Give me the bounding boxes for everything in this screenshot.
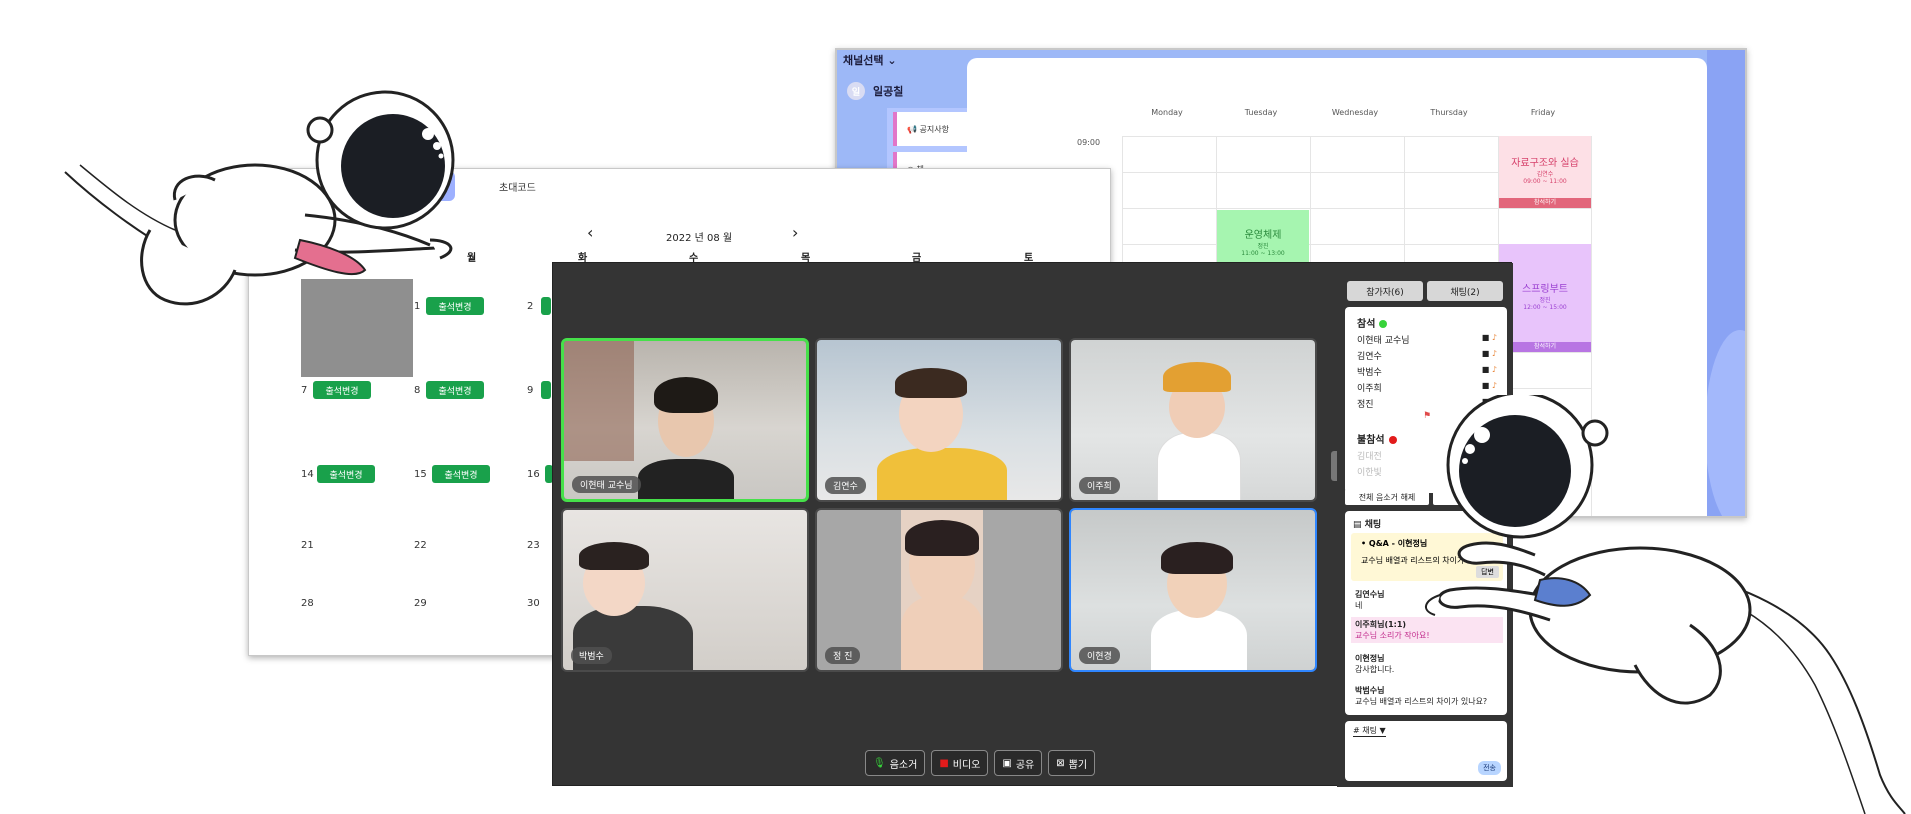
join-button[interactable]: 참석하기 — [1499, 198, 1591, 208]
screen-share-icon: ▣ — [1002, 757, 1012, 769]
mute-button[interactable]: 🎙 음소거 — [865, 750, 926, 776]
participant-name: 김연수 — [825, 477, 866, 494]
day-number: 16 — [527, 469, 540, 480]
attendee-row: 박범수 ■ ♪ — [1357, 365, 1497, 378]
day-number: 28 — [301, 598, 314, 609]
day-number: 2 — [527, 301, 534, 312]
video-tile[interactable]: 이현경 — [1069, 508, 1317, 672]
day-number: 14 — [301, 469, 314, 480]
present-dot-icon — [1379, 320, 1388, 328]
day-monday: Monday — [1151, 108, 1183, 117]
day-number: 29 — [414, 598, 427, 609]
draw-button[interactable]: ⊠ 뽑기 — [1048, 750, 1096, 776]
chat-recipient-select[interactable]: # 채팅 ▼ — [1353, 725, 1386, 737]
user-name: 일공칠 — [873, 85, 904, 98]
day-number: 9 — [527, 385, 534, 396]
attendance-button[interactable]: 출석변경 — [426, 381, 484, 399]
day-number: 30 — [527, 598, 540, 609]
shuffle-icon: ⊠ — [1056, 757, 1065, 769]
panel-collapse-handle[interactable] — [1331, 451, 1337, 481]
video-call-window: 이현태 교수님 김연수 이주희 박범수 정 진 이현경 🎙 음소거 ■ 비디오 … — [552, 262, 1513, 787]
next-month-button[interactable]: › — [792, 223, 798, 242]
time-label: 09:00 — [1077, 138, 1101, 147]
camera-mic-icons: ■ ♪ — [1481, 349, 1497, 358]
day-wednesday: Wednesday — [1331, 108, 1379, 117]
participants-button[interactable]: 참가자(6) — [1347, 281, 1423, 301]
video-off-icon: ■ — [939, 757, 949, 769]
video-button[interactable]: ■ 비디오 — [931, 750, 989, 776]
tab-invite-code[interactable]: 초대코드 — [499, 179, 536, 194]
attendee-row: 김연수 ■ ♪ — [1357, 349, 1497, 362]
video-tile[interactable]: 김연수 — [815, 338, 1063, 502]
class-block-data-structures[interactable]: 자료구조와 실습 김연수 09:00 ~ 11:00 참석하기 — [1499, 136, 1591, 208]
day-number: 21 — [301, 540, 314, 551]
user-profile[interactable]: 일 일공칠 — [847, 82, 903, 100]
camera-mic-icons: ■ ♪ — [1481, 381, 1497, 390]
avatar: 일 — [847, 82, 865, 100]
video-tile[interactable]: 정 진 — [815, 508, 1063, 672]
present-heading: 참석 — [1357, 315, 1388, 330]
attendance-button[interactable]: 출석변경 — [432, 465, 490, 483]
participant-name: 정 진 — [825, 647, 861, 664]
day-friday: Friday — [1530, 108, 1556, 117]
microphone-icon: 🎙 — [873, 757, 886, 769]
month-label: 2022 년 08 월 — [666, 233, 733, 244]
participant-name: 이주희 — [1079, 477, 1120, 494]
channel-select[interactable]: 채널선택 ⌄ — [843, 52, 897, 68]
sidebar-item-notice[interactable]: 📢 공지사항 — [893, 112, 967, 146]
day-tuesday: Tuesday — [1244, 108, 1278, 117]
chat-heading: ▤ 채팅 — [1353, 520, 1382, 530]
video-tile[interactable]: 이현태 교수님 — [561, 338, 809, 502]
day-number: 8 — [414, 385, 421, 396]
attendance-button[interactable]: 출석변경 — [317, 465, 375, 483]
chat-bubble-icon: ▤ — [1353, 520, 1365, 530]
day-number: 23 — [527, 540, 540, 551]
day-number: 15 — [414, 469, 427, 480]
attendance-button[interactable] — [541, 381, 551, 399]
video-tile[interactable]: 이주희 — [1069, 338, 1317, 502]
megaphone-icon: 📢 — [907, 124, 920, 134]
share-button[interactable]: ▣ 공유 — [994, 750, 1043, 776]
participant-name: 박범수 — [571, 647, 612, 664]
astronaut-right-illustration — [1425, 395, 1906, 814]
absent-dot-icon — [1388, 436, 1397, 444]
day-number: 7 — [301, 385, 308, 396]
call-controls: 🎙 음소거 ■ 비디오 ▣ 공유 ⊠ 뽑기 — [865, 750, 1096, 776]
participant-name: 이현태 교수님 — [572, 476, 641, 493]
attendee-row: 이주희 ■ ♪ — [1357, 381, 1497, 394]
camera-mic-icons: ■ ♪ — [1481, 365, 1497, 374]
day-number: 22 — [414, 540, 427, 551]
absent-heading: 불참석 — [1357, 431, 1397, 446]
prev-month-button[interactable]: ‹ — [587, 223, 593, 242]
astronaut-left-illustration — [64, 90, 455, 306]
collage-stage: 채널선택 ⌄ 일 일공칠 📢 공지사항 ◎ 채 Monday Tuesday W… — [0, 0, 1911, 814]
attendance-button[interactable]: 출석변경 — [313, 381, 371, 399]
video-tile[interactable]: 박범수 — [561, 508, 809, 672]
attendance-button[interactable] — [541, 297, 551, 315]
day-thursday: Thursday — [1430, 108, 1468, 117]
participant-name: 이현경 — [1079, 647, 1120, 664]
chat-tab-button[interactable]: 채팅(2) — [1427, 281, 1503, 301]
attendee-row: 이현태 교수님 ■ ♪ — [1357, 333, 1497, 346]
camera-mic-icons: ■ ♪ — [1481, 333, 1497, 342]
